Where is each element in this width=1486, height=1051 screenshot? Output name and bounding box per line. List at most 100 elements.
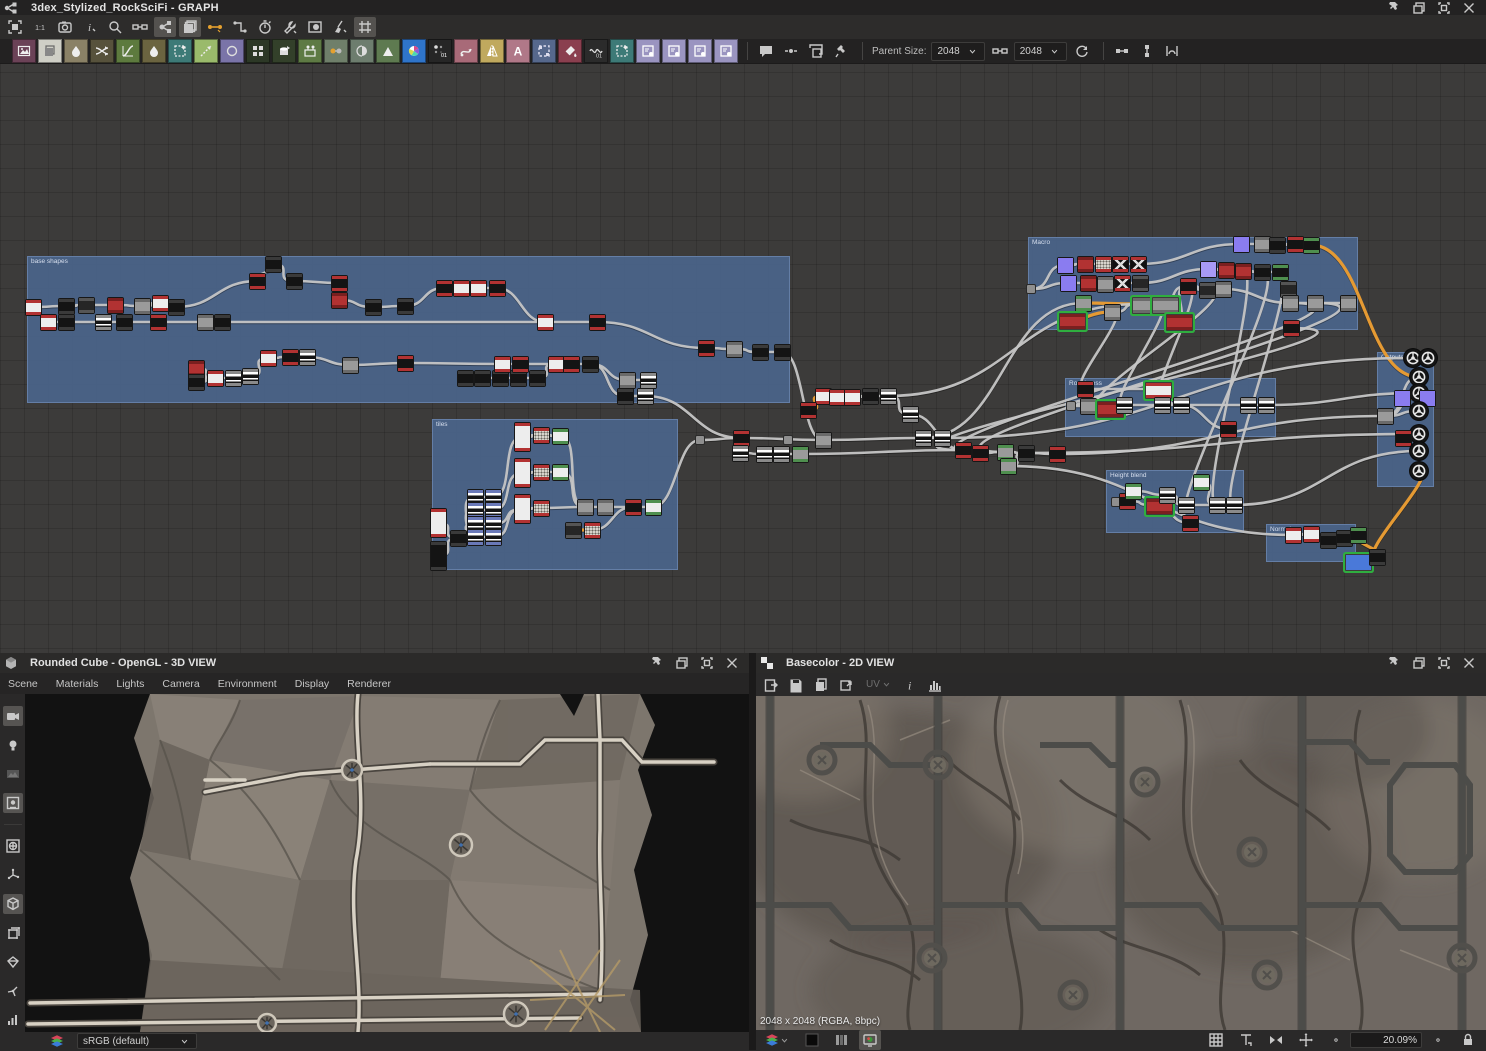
graph-node[interactable] bbox=[784, 436, 792, 444]
graph-node[interactable] bbox=[774, 344, 790, 360]
actual-size-button[interactable]: 1:1 bbox=[29, 17, 51, 37]
graph-node[interactable] bbox=[565, 522, 581, 538]
comment-button[interactable] bbox=[755, 41, 777, 61]
graph-node[interactable] bbox=[78, 297, 94, 313]
graph-node[interactable] bbox=[249, 273, 265, 289]
graph-node[interactable] bbox=[450, 530, 466, 546]
uv-overlay-toggle[interactable]: UV bbox=[866, 679, 893, 690]
graph-node[interactable] bbox=[485, 529, 501, 545]
graph-node[interactable] bbox=[829, 389, 845, 405]
graph-node[interactable] bbox=[1018, 445, 1034, 461]
transform-select-button[interactable] bbox=[835, 675, 857, 695]
cleanup-button[interactable] bbox=[329, 17, 351, 37]
graph-node[interactable] bbox=[150, 314, 166, 330]
float-window-icon[interactable] bbox=[1411, 1, 1427, 14]
graph-node[interactable] bbox=[512, 356, 528, 372]
graph-node[interactable] bbox=[514, 495, 530, 523]
parent-size-width-select[interactable]: 2048 bbox=[931, 41, 985, 61]
graph-node[interactable] bbox=[552, 464, 568, 480]
environment-icon[interactable] bbox=[3, 764, 23, 784]
graph-node[interactable] bbox=[1178, 497, 1194, 513]
graph-node[interactable] bbox=[640, 372, 656, 388]
float-window-icon[interactable] bbox=[674, 657, 690, 670]
graph-node[interactable] bbox=[40, 314, 56, 330]
graph-node[interactable] bbox=[1049, 446, 1065, 462]
graph-node[interactable] bbox=[397, 298, 413, 314]
graph-view-button[interactable] bbox=[154, 17, 176, 37]
graph-node[interactable] bbox=[934, 430, 950, 446]
node-create-button-ht-16[interactable]: 01 bbox=[428, 39, 452, 63]
graph-node[interactable] bbox=[1285, 527, 1301, 543]
graph-node[interactable] bbox=[492, 370, 508, 386]
close-icon[interactable] bbox=[1461, 1, 1477, 14]
graph-node[interactable] bbox=[533, 500, 549, 516]
align-horizontal-button[interactable] bbox=[1111, 41, 1133, 61]
background-color-button[interactable] bbox=[801, 1030, 823, 1050]
search-button[interactable] bbox=[104, 17, 126, 37]
split-channels-button[interactable] bbox=[830, 1030, 852, 1050]
graph-node[interactable] bbox=[1218, 262, 1234, 278]
graph-node[interactable] bbox=[58, 298, 74, 314]
graph-node[interactable] bbox=[1303, 237, 1319, 253]
graph-node[interactable] bbox=[1258, 397, 1274, 413]
menu-camera[interactable]: Camera bbox=[162, 678, 199, 690]
menu-scene[interactable]: Scene bbox=[8, 678, 38, 690]
graph-node[interactable] bbox=[299, 349, 315, 365]
graph-node[interactable] bbox=[494, 356, 510, 372]
graph-node[interactable] bbox=[844, 389, 860, 405]
graph-node[interactable] bbox=[1240, 397, 1256, 413]
graph-node[interactable] bbox=[1077, 381, 1093, 397]
graph-node[interactable] bbox=[342, 357, 358, 373]
graph-node[interactable] bbox=[529, 370, 545, 386]
graph-node[interactable] bbox=[698, 340, 714, 356]
graph-node[interactable] bbox=[107, 297, 123, 313]
colorspace-layers-icon[interactable] bbox=[46, 1031, 68, 1051]
graph-node[interactable] bbox=[474, 370, 490, 386]
ruler-button[interactable] bbox=[1235, 1030, 1257, 1050]
graph-node[interactable] bbox=[1395, 430, 1411, 446]
graph-node[interactable] bbox=[733, 430, 749, 446]
node-create-button-xform-6[interactable] bbox=[168, 39, 192, 63]
graph-node[interactable] bbox=[1394, 390, 1410, 406]
graph-node[interactable] bbox=[1336, 530, 1352, 546]
menu-renderer[interactable]: Renderer bbox=[347, 678, 391, 690]
2d-view-header[interactable]: Basecolor - 2D VIEW bbox=[756, 653, 1486, 674]
zoom-out-dot[interactable] bbox=[1325, 1030, 1347, 1050]
screenshot-button[interactable] bbox=[54, 17, 76, 37]
graph-node[interactable] bbox=[188, 374, 204, 390]
node-create-button-layers2-1[interactable] bbox=[38, 39, 62, 63]
node-create-button-pp-27[interactable] bbox=[714, 39, 738, 63]
graph-node[interactable] bbox=[902, 406, 918, 422]
graph-node[interactable] bbox=[430, 509, 446, 537]
node-create-button-dots2-12[interactable] bbox=[324, 39, 348, 63]
output-node[interactable] bbox=[1410, 402, 1428, 420]
timings-button[interactable] bbox=[254, 17, 276, 37]
node-graph-canvas[interactable]: base shapestilesMacroRoughnessHeight ble… bbox=[0, 0, 1486, 653]
zoom-level-field[interactable]: 20.09% bbox=[1350, 1032, 1422, 1048]
menu-materials[interactable]: Materials bbox=[56, 678, 99, 690]
display-settings-icon[interactable] bbox=[2, 793, 23, 813]
maximize-icon[interactable] bbox=[1436, 1, 1452, 14]
lock-zoom-button[interactable] bbox=[1457, 1030, 1479, 1050]
vertices-cube-icon[interactable] bbox=[3, 923, 23, 943]
node-create-button-pp-24[interactable] bbox=[636, 39, 660, 63]
graph-node[interactable] bbox=[1112, 256, 1128, 272]
node-create-button-drop-2[interactable] bbox=[64, 39, 88, 63]
graph-node[interactable] bbox=[242, 368, 258, 384]
maximize-icon[interactable] bbox=[1436, 657, 1452, 670]
node-create-button-bucket-21[interactable] bbox=[558, 39, 582, 63]
maximize-icon[interactable] bbox=[699, 657, 715, 670]
node-create-button-warp-17[interactable] bbox=[454, 39, 478, 63]
graph-node[interactable] bbox=[1220, 421, 1236, 437]
pin-icon[interactable] bbox=[1386, 1, 1402, 14]
grid-snap-button[interactable] bbox=[354, 17, 376, 37]
graph-node[interactable] bbox=[625, 499, 641, 515]
graph-node[interactable] bbox=[815, 432, 831, 448]
graph-node[interactable] bbox=[1000, 458, 1016, 474]
graph-node[interactable] bbox=[1132, 275, 1148, 291]
wireframe-sphere-icon[interactable] bbox=[3, 836, 23, 856]
graph-node[interactable] bbox=[997, 444, 1013, 460]
graph-node[interactable] bbox=[1287, 236, 1303, 252]
graph-node[interactable] bbox=[1209, 497, 1225, 513]
graph-node[interactable] bbox=[862, 388, 878, 404]
